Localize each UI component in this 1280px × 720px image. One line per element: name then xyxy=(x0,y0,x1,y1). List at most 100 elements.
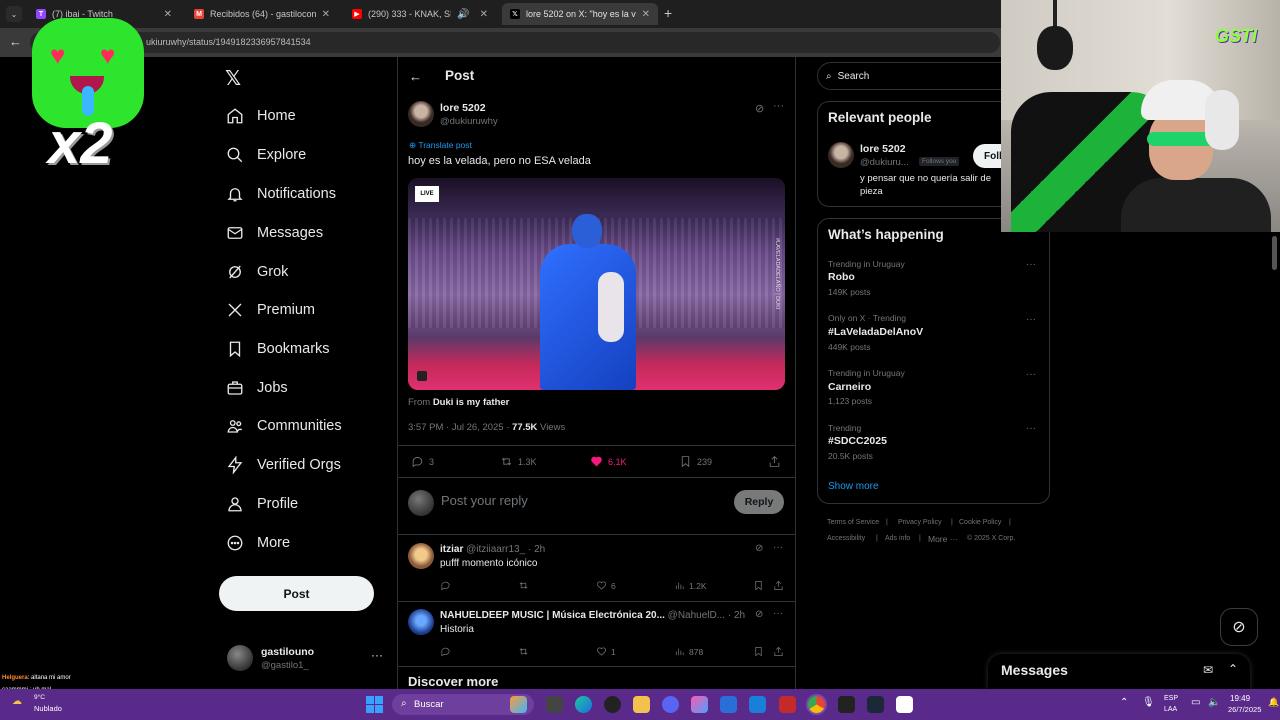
microphone-icon[interactable]: 🎙 xyxy=(1142,697,1155,708)
footer-ads-link[interactable]: Ads info xyxy=(885,535,910,542)
sidebar-item-verified-orgs[interactable]: Verified Orgs xyxy=(226,452,341,478)
new-tab-button[interactable]: + xyxy=(664,5,672,21)
windows-start-icon[interactable] xyxy=(366,696,383,713)
relevant-person-name[interactable]: lore 5202 xyxy=(860,143,906,155)
close-icon[interactable]: ✕ xyxy=(322,9,330,20)
post-author-handle[interactable]: @dukiuruwhy xyxy=(440,116,498,127)
bookmark-button[interactable] xyxy=(753,580,768,591)
footer-privacy-link[interactable]: Privacy Policy xyxy=(898,519,942,526)
like-button[interactable]: 6 xyxy=(596,580,616,591)
video-source-link[interactable]: Duki is my father xyxy=(433,397,510,408)
like-button[interactable]: 6.1K xyxy=(590,455,627,468)
compose-message-icon[interactable]: ✉ xyxy=(1203,663,1213,677)
translate-post-link[interactable]: ⊕ Translate post xyxy=(409,140,472,151)
account-switcher[interactable]: gastilouno @gastilo1_ ··· xyxy=(227,644,387,676)
compose-post-button[interactable]: Post xyxy=(219,576,374,611)
discord-icon[interactable] xyxy=(662,696,679,713)
repost-button[interactable]: 1.3K xyxy=(500,455,537,468)
relevant-person-handle[interactable]: @dukiuru... xyxy=(860,157,909,168)
sidebar-item-profile[interactable]: Profile xyxy=(226,491,298,517)
sidebar-item-bookmarks[interactable]: Bookmarks xyxy=(226,336,330,362)
footer-terms-link[interactable]: Terms of Service xyxy=(827,519,879,526)
browser-tab-x-active[interactable]: 𝕏 lore 5202 on X: "hoy es la velada ✕ xyxy=(502,3,658,25)
share-button[interactable] xyxy=(768,455,786,468)
grok-icon[interactable]: ⊘ xyxy=(755,543,763,554)
views-button[interactable]: 1.2K xyxy=(674,580,707,591)
file-explorer-icon[interactable] xyxy=(633,696,650,713)
avatar[interactable] xyxy=(408,101,434,127)
trend-item[interactable]: Carneiro xyxy=(828,381,871,393)
steam-icon[interactable] xyxy=(867,696,884,713)
comment-author[interactable]: itziar @itziiaarr13_ · 2h xyxy=(440,544,545,555)
keyboard-layout[interactable]: LAA xyxy=(1164,706,1177,713)
weather-temperature[interactable]: 9°C xyxy=(34,694,45,701)
close-icon[interactable]: ✕ xyxy=(164,9,172,20)
clock-time[interactable]: 19:49 xyxy=(1230,694,1250,703)
chevron-up-icon[interactable]: ⌃ xyxy=(1120,697,1128,708)
cloud-icon[interactable]: ☁ xyxy=(12,696,22,707)
reply-button[interactable] xyxy=(440,580,455,591)
capcut-icon[interactable] xyxy=(896,696,913,713)
like-button[interactable]: 1 xyxy=(596,646,616,657)
grok-floating-button[interactable]: ⊘ xyxy=(1220,608,1258,646)
obs-icon[interactable] xyxy=(838,696,855,713)
speaker-icon[interactable]: 🔊 xyxy=(457,9,469,20)
grok-icon[interactable]: ⊘ xyxy=(755,102,764,115)
footer-more-link[interactable]: More ··· xyxy=(928,534,958,544)
tab-search-button[interactable]: ⌄ xyxy=(6,6,22,22)
notification-icon[interactable]: 🔔 xyxy=(1268,697,1279,708)
more-dots-icon[interactable]: ··· xyxy=(773,100,784,112)
close-icon[interactable]: ✕ xyxy=(480,9,488,20)
sidebar-item-jobs[interactable]: Jobs xyxy=(226,375,288,401)
trend-item[interactable]: #SDCC2025 xyxy=(828,435,887,447)
network-icon[interactable]: ▭ xyxy=(1191,697,1200,708)
comment-author[interactable]: NAHUELDEEP MUSIC | Música Electrónica 20… xyxy=(440,610,752,621)
stop-icon[interactable] xyxy=(417,371,427,381)
sidebar-item-notifications[interactable]: Notifications xyxy=(226,181,336,207)
sidebar-item-explore[interactable]: Explore xyxy=(226,142,306,168)
show-more-link[interactable]: Show more xyxy=(828,481,879,492)
bookmark-button[interactable] xyxy=(753,646,768,657)
clock-date[interactable]: 26/7/2025 xyxy=(1228,705,1261,714)
task-view-icon[interactable] xyxy=(546,696,563,713)
reply-button[interactable] xyxy=(440,646,455,657)
more-dots-icon[interactable]: ··· xyxy=(1026,423,1036,434)
edge-icon[interactable] xyxy=(575,696,592,713)
address-bar[interactable]: ukiuruwhy/status/1949182336957841534 xyxy=(30,32,1000,53)
footer-cookie-link[interactable]: Cookie Policy xyxy=(959,519,1001,526)
sidebar-item-home[interactable]: Home xyxy=(226,103,296,129)
browser-tab-youtube[interactable]: ▶ (290) 333 - KNAK, SIXTO YEG 🔊 ✕ xyxy=(344,3,496,25)
share-button[interactable] xyxy=(773,580,788,591)
browser-tab-gmail[interactable]: M Recibidos (64) - gastilocontacto ✕ xyxy=(186,3,338,25)
avatar[interactable] xyxy=(828,142,854,168)
more-dots-icon[interactable]: ··· xyxy=(773,542,783,553)
grok-icon[interactable]: ⊘ xyxy=(755,609,763,620)
more-dots-icon[interactable]: ··· xyxy=(1026,314,1036,325)
reply-input[interactable]: Post your reply xyxy=(441,493,528,508)
sidebar-item-more[interactable]: More xyxy=(226,530,290,556)
footer-accessibility-link[interactable]: Accessibility xyxy=(827,535,865,542)
sidebar-item-grok[interactable]: Grok xyxy=(226,259,288,285)
sidebar-item-messages[interactable]: Messages xyxy=(226,220,323,246)
more-dots-icon[interactable]: ··· xyxy=(1026,259,1036,270)
reply-count-button[interactable]: 3 xyxy=(411,455,434,468)
keyboard-language[interactable]: ESP xyxy=(1164,695,1178,702)
weather-description[interactable]: Nublado xyxy=(34,704,62,713)
chevron-up-icon[interactable]: ⌃ xyxy=(1228,662,1238,676)
avatar[interactable] xyxy=(408,543,434,569)
app-icon[interactable] xyxy=(779,696,796,713)
widget-app-icon[interactable] xyxy=(510,696,527,713)
repost-button[interactable] xyxy=(518,580,533,591)
views-button[interactable]: 878 xyxy=(674,646,703,657)
post-video[interactable]: LIVE #LAVELADADELAÑO | DUKI xyxy=(408,178,785,390)
trend-item[interactable]: Robo xyxy=(828,271,855,283)
close-icon[interactable]: ✕ xyxy=(642,9,650,20)
browser-back-button[interactable]: ← xyxy=(9,34,22,49)
chatgpt-icon[interactable] xyxy=(604,696,621,713)
copilot-icon[interactable] xyxy=(691,696,708,713)
sidebar-item-premium[interactable]: Premium xyxy=(226,297,315,323)
avatar[interactable] xyxy=(408,609,434,635)
trend-item[interactable]: #LaVeladaDelAnoV xyxy=(828,326,923,338)
repost-button[interactable] xyxy=(518,646,533,657)
sidebar-item-communities[interactable]: Communities xyxy=(226,413,342,439)
